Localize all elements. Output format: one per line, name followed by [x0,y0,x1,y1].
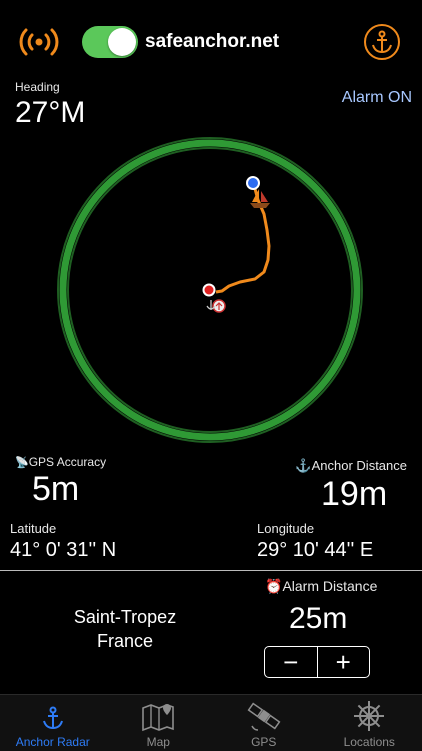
location-country: France [60,631,190,652]
tab-gps[interactable]: GPS [211,695,317,751]
anchor-button[interactable] [364,24,400,60]
section-divider [0,570,422,571]
anchor-small-icon: ⚓ [295,458,311,473]
gps-accuracy-label-group: 📡GPS Accuracy [15,454,106,469]
longitude-label: Longitude [257,521,314,536]
toggle-knob [108,28,136,56]
tab-label: Map [147,735,170,749]
heading-value: 27°M [15,96,85,130]
tab-locations[interactable]: Locations [317,695,422,751]
anchor-icon [39,706,67,732]
tab-label: GPS [251,735,276,749]
tab-anchor-radar[interactable]: Anchor Radar [0,695,106,751]
increase-button[interactable]: + [318,647,370,677]
alarm-distance-label: Alarm Distance [282,578,377,594]
latitude-label: Latitude [10,521,56,536]
satellite-icon [246,700,282,732]
tab-bar: Anchor Radar Map GPS [0,694,422,751]
location-city: Saint-Tropez [60,607,190,628]
gps-accuracy-value: 5m [32,470,79,509]
alarm-sound-icon[interactable] [18,26,60,58]
anchor-distance-label-group: ⚓Anchor Distance [295,458,407,474]
longitude-value: 29° 10' 44'' E [257,539,373,562]
anchor-distance-label: Anchor Distance [312,458,407,473]
current-position-marker [247,177,259,189]
alarm-clock-icon: ⏰ [265,578,282,594]
decrease-button[interactable]: − [265,647,318,677]
alarm-distance-value: 25m [289,602,347,636]
alarm-distance-label-group: ⏰Alarm Distance [265,578,377,595]
anchor-radar [50,130,370,450]
gps-accuracy-label: GPS Accuracy [29,455,106,469]
map-icon [140,702,176,732]
tab-label: Locations [344,735,395,749]
site-title[interactable]: safeanchor.net [145,31,279,53]
anchor-drop-icon [207,300,225,312]
alarm-distance-stepper[interactable]: − + [264,646,370,678]
anchor-position-marker [204,285,215,296]
satellite-icon: 📡 [15,457,29,469]
anchor-distance-value: 19m [321,475,387,514]
tab-map[interactable]: Map [106,695,212,751]
alarm-status: Alarm ON [342,89,412,107]
latitude-value: 41° 0' 31'' N [10,539,116,562]
anchor-icon [366,26,398,58]
boat-icon [250,189,270,208]
heading-label: Heading [15,80,60,94]
alarm-toggle[interactable] [82,26,138,58]
helm-icon [352,700,386,732]
tab-label: Anchor Radar [16,735,90,749]
